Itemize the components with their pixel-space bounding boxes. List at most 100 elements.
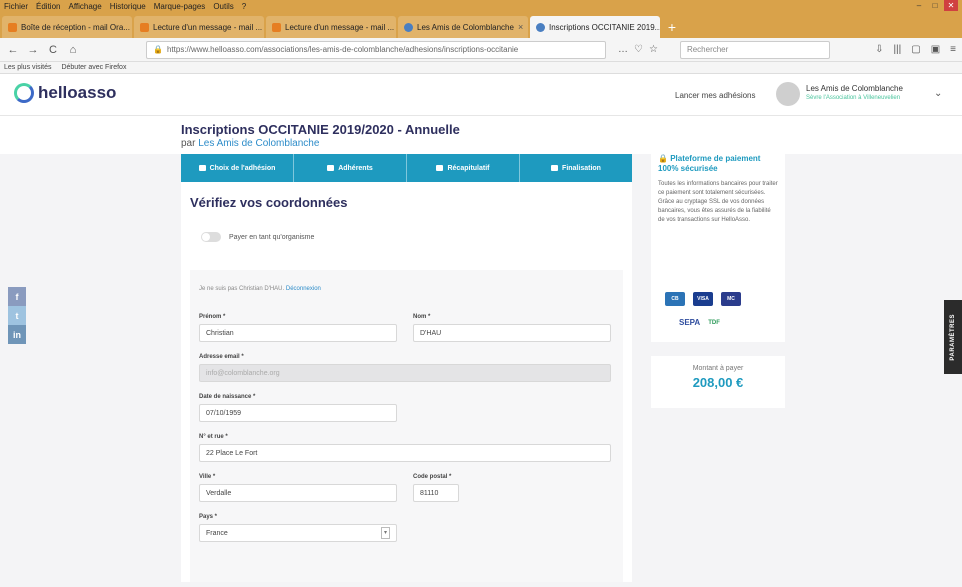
country-select[interactable]: France ▾ bbox=[199, 524, 397, 542]
lock-icon: 🔒 bbox=[153, 45, 163, 54]
secure-text: Toutes les informations bancaires pour t… bbox=[658, 181, 778, 223]
toggle-label: Payer en tant qu'organisme bbox=[229, 233, 315, 241]
close-window-button[interactable]: ✕ bbox=[944, 0, 958, 11]
tab-message-1[interactable]: Lecture d'un message - mail ... × bbox=[134, 16, 264, 38]
menu-help[interactable]: ? bbox=[242, 2, 246, 11]
payment-methods: CB VISA MC bbox=[665, 292, 741, 306]
avatar[interactable] bbox=[776, 82, 800, 106]
window-controls: – □ ✕ bbox=[912, 0, 958, 12]
bookmark-star-icon[interactable]: ☆ bbox=[649, 44, 658, 55]
home-icon[interactable]: ⌂ bbox=[66, 43, 80, 57]
bookmark-getting-started[interactable]: Débuter avec Firefox bbox=[61, 64, 126, 71]
form-heading: Vérifiez vos coordonnées bbox=[190, 195, 348, 210]
sidebar-icon[interactable]: ▢ bbox=[911, 44, 920, 55]
mail-icon bbox=[140, 22, 149, 32]
logout-link[interactable]: Déconnexion bbox=[286, 286, 321, 292]
helloasso-favicon-icon bbox=[536, 22, 545, 32]
back-icon[interactable]: ← bbox=[6, 43, 20, 57]
secure-title: 🔒 Plateforme de paiement 100% sécurisée bbox=[658, 154, 761, 173]
tab-label: Les Amis de Colomblanche bbox=[417, 22, 514, 32]
email-label: Adresse email * bbox=[199, 354, 244, 360]
mastercard-icon: MC bbox=[721, 292, 741, 306]
zip-label: Code postal * bbox=[413, 474, 452, 480]
not-me-note: Je ne suis pas Christian D'HAU. Déconnex… bbox=[199, 286, 321, 292]
mail-icon bbox=[8, 22, 17, 32]
tab-label: Lecture d'un message - mail ... bbox=[285, 22, 395, 32]
lastname-field[interactable]: D'HAU bbox=[413, 324, 611, 342]
birthdate-label: Date de naissance * bbox=[199, 394, 256, 400]
account-name: Les Amis de Colomblanche bbox=[806, 84, 903, 93]
amount-value: 208,00 € bbox=[692, 375, 744, 390]
street-label: N° et rue * bbox=[199, 434, 228, 440]
country-value: France bbox=[206, 529, 228, 537]
city-field[interactable]: Verdalle bbox=[199, 484, 397, 502]
menu-tools[interactable]: Outils bbox=[213, 2, 233, 11]
tab-message-2[interactable]: Lecture d'un message - mail ... × bbox=[266, 16, 396, 38]
menu-edit[interactable]: Édition bbox=[36, 2, 60, 11]
site-header: helloasso Lancer mes adhésions Les Amis … bbox=[0, 74, 962, 116]
url-bar-icons: … ♡ ☆ bbox=[618, 44, 658, 55]
menu-bookmarks[interactable]: Marque-pages bbox=[154, 2, 206, 11]
step-members[interactable]: Adhérents bbox=[294, 154, 407, 182]
form-fields-panel: Je ne suis pas Christian D'HAU. Déconnex… bbox=[190, 270, 623, 582]
organizer-link[interactable]: Les Amis de Colomblanche bbox=[198, 138, 319, 149]
campaign-header: Inscriptions OCCITANIE 2019/2020 - Annue… bbox=[0, 116, 962, 154]
lastname-label: Nom * bbox=[413, 314, 431, 320]
coordinates-form: Vérifiez vos coordonnées Payer en tant q… bbox=[181, 182, 632, 582]
tab-close-icon[interactable]: × bbox=[518, 22, 523, 32]
pay-as-organization-toggle[interactable] bbox=[201, 232, 221, 242]
step-summary[interactable]: Récapitulatif bbox=[407, 154, 520, 182]
helloasso-logo[interactable]: helloasso bbox=[14, 83, 116, 103]
sepa-logo: SEPA bbox=[679, 318, 701, 327]
menu-view[interactable]: Affichage bbox=[68, 2, 101, 11]
linkedin-share-icon[interactable]: in bbox=[8, 325, 26, 344]
toolbar-icons: ⇩ ||| ▢ ▣ ≡ bbox=[875, 44, 956, 55]
chevron-down-icon[interactable]: ⌄ bbox=[934, 88, 942, 99]
url-bar[interactable]: 🔒 https://www.helloasso.com/associations… bbox=[146, 40, 606, 59]
account-menu[interactable]: Les Amis de Colomblanche Sèvre l'Associa… bbox=[806, 84, 926, 101]
hamburger-menu-icon[interactable]: ≡ bbox=[950, 44, 956, 55]
lock-icon: 🔒 bbox=[658, 154, 671, 163]
list-icon bbox=[436, 165, 444, 171]
minimize-button[interactable]: – bbox=[912, 0, 926, 11]
tab-inbox[interactable]: Boîte de réception - mail Ora... × bbox=[2, 16, 132, 38]
search-input[interactable]: Rechercher bbox=[679, 40, 830, 59]
card-icon bbox=[551, 165, 559, 171]
facebook-share-icon[interactable]: f bbox=[8, 287, 26, 306]
menu-file[interactable]: Fichier bbox=[4, 2, 28, 11]
reload-icon[interactable]: C bbox=[46, 43, 60, 57]
page-actions-icon[interactable]: … bbox=[618, 44, 628, 55]
chevron-down-icon: ▾ bbox=[381, 527, 390, 539]
cb-card-icon: CB bbox=[665, 292, 685, 306]
tab-bar: Boîte de réception - mail Ora... × Lectu… bbox=[0, 12, 962, 38]
zip-field[interactable]: 81110 bbox=[413, 484, 459, 502]
members-icon bbox=[327, 165, 335, 171]
birthdate-field[interactable]: 07/10/1959 bbox=[199, 404, 397, 422]
account-subtitle: Sèvre l'Association à Villeneuvelien bbox=[806, 95, 901, 101]
menu-history[interactable]: Historique bbox=[110, 2, 146, 11]
street-field[interactable]: 22 Place Le Fort bbox=[199, 444, 611, 462]
new-tab-button[interactable]: + bbox=[662, 16, 682, 38]
step-membership-choice[interactable]: Choix de l'adhésion bbox=[181, 154, 294, 182]
firstname-field[interactable]: Christian bbox=[199, 324, 397, 342]
twitter-share-icon[interactable]: t bbox=[8, 306, 26, 325]
firstname-label: Prénom * bbox=[199, 314, 226, 320]
amount-label: Montant à payer bbox=[692, 365, 744, 372]
secure-payment-panel: 🔒 Plateforme de paiement 100% sécurisée … bbox=[651, 148, 785, 342]
organization-toggle-row: Payer en tant qu'organisme bbox=[201, 232, 314, 242]
tab-inscriptions[interactable]: Inscriptions OCCITANIE 2019... × bbox=[530, 16, 660, 38]
mail-icon bbox=[272, 22, 281, 32]
downloads-icon[interactable]: ⇩ bbox=[875, 44, 883, 55]
screenshot-icon[interactable]: ▣ bbox=[931, 44, 940, 55]
tab-colomblanche[interactable]: Les Amis de Colomblanche × bbox=[398, 16, 528, 38]
tab-label: Lecture d'un message - mail ... bbox=[153, 22, 263, 32]
sepa-row: SEPA TDF bbox=[679, 318, 720, 327]
bookmark-most-visited[interactable]: Les plus visités bbox=[4, 64, 51, 71]
pocket-icon[interactable]: ♡ bbox=[634, 44, 643, 55]
parameters-tab[interactable]: PARAMÈTRES bbox=[944, 300, 962, 374]
library-icon[interactable]: ||| bbox=[893, 44, 901, 55]
maximize-button[interactable]: □ bbox=[928, 0, 942, 11]
step-finalization[interactable]: Finalisation bbox=[520, 154, 632, 182]
forward-icon[interactable]: → bbox=[26, 43, 40, 57]
launch-memberships-link[interactable]: Lancer mes adhésions bbox=[675, 91, 756, 100]
